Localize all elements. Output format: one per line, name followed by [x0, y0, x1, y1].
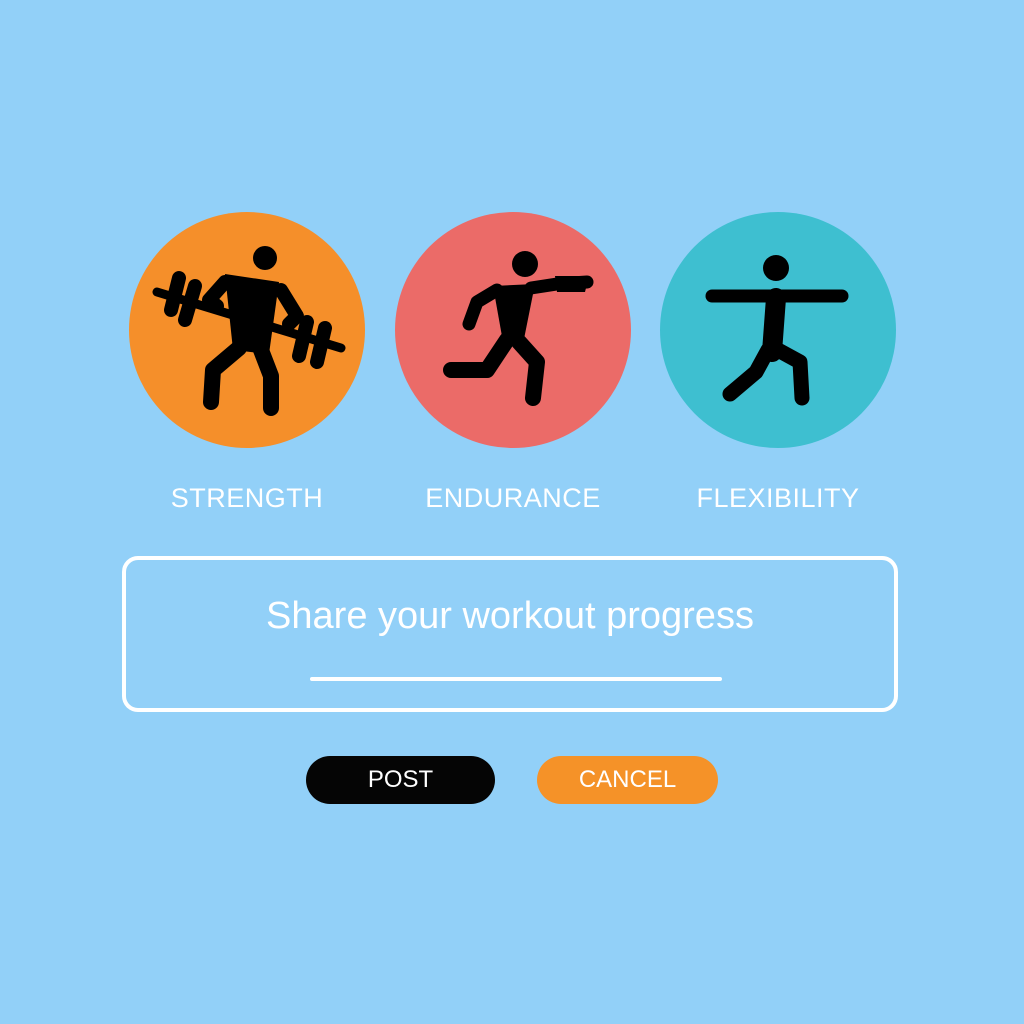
category-flexibility[interactable]: FLEXIBILITY	[648, 212, 908, 514]
strength-circle-button[interactable]	[129, 212, 365, 448]
input-underline	[310, 677, 722, 681]
flexibility-label: FLEXIBILITY	[696, 483, 860, 513]
category-strength[interactable]: STRENGTH	[117, 212, 377, 514]
post-button[interactable]: POST	[306, 756, 495, 804]
flexibility-circle-button[interactable]	[660, 212, 896, 448]
category-endurance[interactable]: ENDURANCE	[383, 212, 643, 514]
post-input-box[interactable]: Share your workout progress	[122, 556, 898, 712]
endurance-circle-button[interactable]	[395, 212, 631, 448]
runner-icon	[443, 251, 594, 406]
strength-label: STRENGTH	[170, 483, 324, 513]
cancel-button[interactable]: CANCEL	[537, 756, 718, 804]
stretching-figure-icon	[705, 255, 849, 406]
weightlifter-icon	[152, 246, 346, 416]
endurance-label: ENDURANCE	[425, 483, 601, 513]
post-prompt-placeholder: Share your workout progress	[266, 595, 754, 637]
